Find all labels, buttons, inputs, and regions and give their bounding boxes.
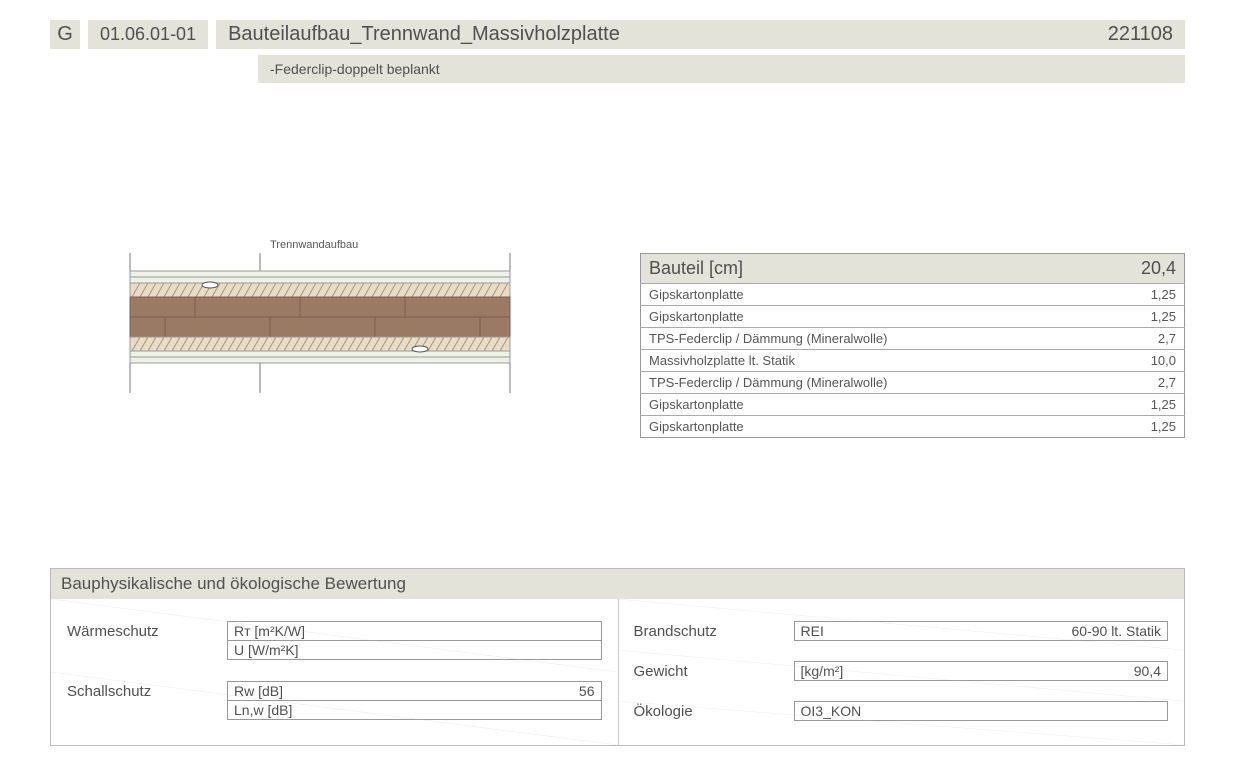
eval-left-col: Wärmeschutz Rᴛ [m²K/W] U [W/m²K] Schallsc… <box>51 611 618 731</box>
layer-value: 1,25 <box>1093 284 1185 306</box>
layer-value: 1,25 <box>1093 416 1185 438</box>
layer-name: Gipskartonplatte <box>641 306 1093 328</box>
label-gewicht: Gewicht <box>634 661 794 680</box>
header-row: G 01.06.01-01 Bauteilaufbau_Trennwand_Ma… <box>50 20 1185 49</box>
brandschutz-field: REI 60-90 lt. Statik <box>794 621 1169 641</box>
doc-date: 221108 <box>1108 23 1173 46</box>
field-key: Rᴛ [m²K/W] <box>234 623 305 639</box>
field-key: OI3_KON <box>801 703 862 719</box>
layers-table: Bauteil [cm] 20,4 Gipskartonplatte1,25Gi… <box>640 253 1185 438</box>
badge: G <box>50 20 80 49</box>
layer-value: 10,0 <box>1093 350 1185 372</box>
oekologie-field: OI3_KON <box>794 701 1169 721</box>
layer-name: Gipskartonplatte <box>641 284 1093 306</box>
waermeschutz-field: Rᴛ [m²K/W] <box>227 621 602 641</box>
layer-value: 2,7 <box>1093 372 1185 394</box>
label-brandschutz: Brandschutz <box>634 621 794 640</box>
schallschutz-field: Ln,w [dB] <box>227 701 602 720</box>
layer-value: 1,25 <box>1093 306 1185 328</box>
field-key: Ln,w [dB] <box>234 702 292 718</box>
field-value: 90,4 <box>1134 663 1161 679</box>
evaluation-section: Bauphysikalische und ökologische Bewertu… <box>50 568 1185 746</box>
layer-name: Gipskartonplatte <box>641 394 1093 416</box>
layers-header-total: 20,4 <box>1093 254 1185 284</box>
schallschutz-field: Rw [dB] 56 <box>227 681 602 701</box>
table-row: Gipskartonplatte1,25 <box>641 284 1185 306</box>
field-key: Rw [dB] <box>234 683 283 699</box>
gewicht-field: [kg/m²] 90,4 <box>794 661 1169 681</box>
section-drawing: Trennwandaufbau <box>120 253 600 438</box>
field-value: 56 <box>579 683 595 699</box>
field-key: U [W/m²K] <box>234 642 299 658</box>
layer-name: Massivholzplatte lt. Statik <box>641 350 1093 372</box>
label-schallschutz: Schallschutz <box>67 681 227 700</box>
waermeschutz-field: U [W/m²K] <box>227 641 602 660</box>
table-row: Gipskartonplatte1,25 <box>641 306 1185 328</box>
field-key: REI <box>801 623 824 639</box>
table-row: Massivholzplatte lt. Statik10,0 <box>641 350 1185 372</box>
eval-right-col: Brandschutz REI60-90 lt. Statik Gewicht … <box>618 611 1185 731</box>
page-title: Bauteilaufbau_Trennwand_Massivholzplatte <box>228 23 620 46</box>
table-row: TPS-Federclip / Dämmung (Mineralwolle)2,… <box>641 328 1185 350</box>
layer-name: Gipskartonplatte <box>641 416 1093 438</box>
label-oekologie: Ökologie <box>634 701 794 720</box>
layer-value: 1,25 <box>1093 394 1185 416</box>
subtitle-row: -Federclip-doppelt beplankt <box>258 55 1185 83</box>
field-value: 60-90 lt. Statik <box>1072 623 1162 639</box>
label-waermeschutz: Wärmeschutz <box>67 621 227 640</box>
subtitle: -Federclip-doppelt beplankt <box>258 55 1185 83</box>
layer-value: 2,7 <box>1093 328 1185 350</box>
table-row: TPS-Federclip / Dämmung (Mineralwolle)2,… <box>641 372 1185 394</box>
wall-section-svg <box>120 253 520 393</box>
doc-code: 01.06.01-01 <box>88 20 208 49</box>
layer-name: TPS-Federclip / Dämmung (Mineralwolle) <box>641 372 1093 394</box>
evaluation-title: Bauphysikalische und ökologische Bewertu… <box>51 569 1184 599</box>
table-row: Gipskartonplatte1,25 <box>641 416 1185 438</box>
table-row: Gipskartonplatte1,25 <box>641 394 1185 416</box>
drawing-label: Trennwandaufbau <box>270 239 358 251</box>
layer-name: TPS-Federclip / Dämmung (Mineralwolle) <box>641 328 1093 350</box>
title-box: Bauteilaufbau_Trennwand_Massivholzplatte… <box>216 20 1185 49</box>
layers-header-label: Bauteil [cm] <box>641 254 1093 284</box>
field-key: [kg/m²] <box>801 663 844 679</box>
